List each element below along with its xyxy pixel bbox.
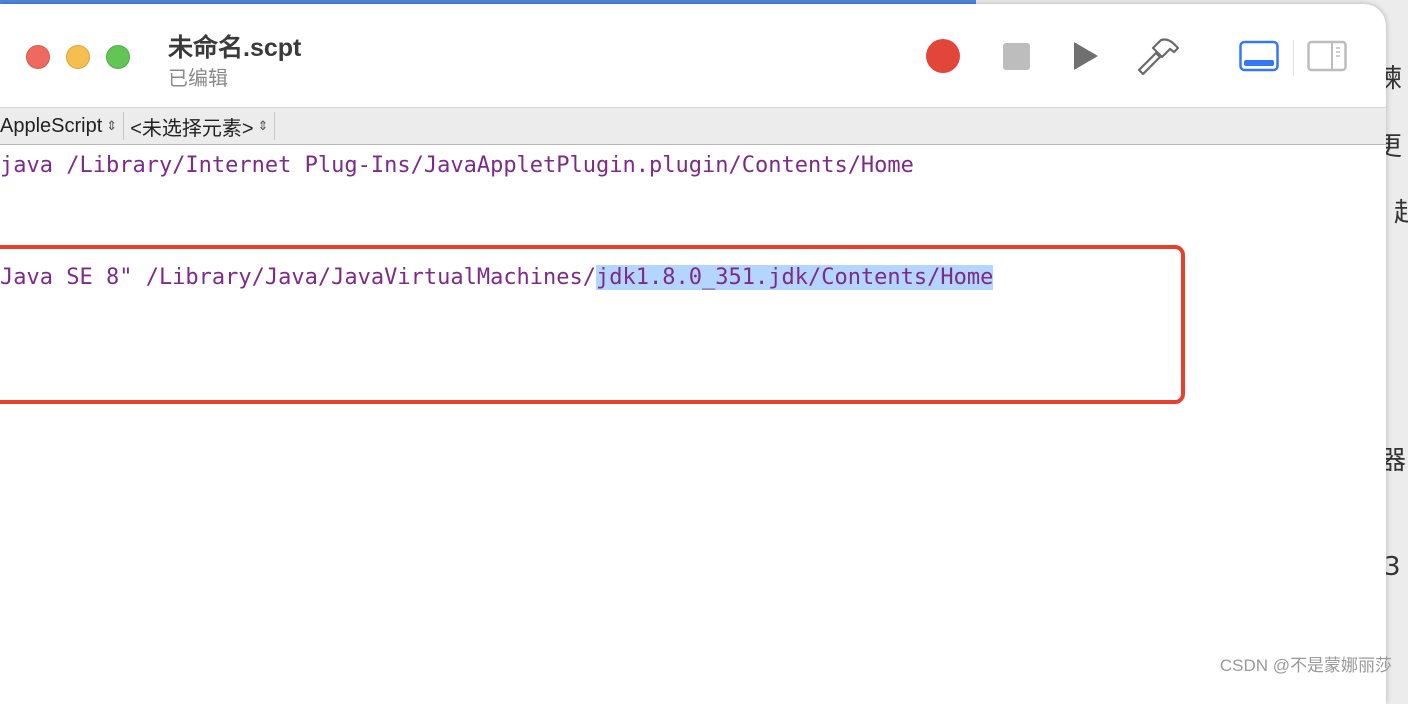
toolbar-divider <box>1293 40 1294 76</box>
stop-button[interactable] <box>996 36 1036 76</box>
close-button[interactable] <box>26 45 50 69</box>
minimize-button[interactable] <box>66 45 90 69</box>
bottom-panel-icon <box>1239 40 1279 72</box>
code-line: java /Library/Internet Plug-Ins/JavaAppl… <box>0 153 914 178</box>
background-text: 3 <box>1384 552 1401 582</box>
title-bar: 未命名.scpt 已编辑 <box>0 4 1386 108</box>
run-button[interactable] <box>1066 36 1106 76</box>
right-sidebar-icon <box>1307 40 1347 72</box>
hammer-icon <box>1137 38 1180 76</box>
navigation-bar: AppleScript ⇕ <未选择元素> ⇕ <box>0 108 1386 145</box>
highlight-annotation-box <box>0 245 1185 404</box>
watermark: CSDN @不是蒙娜丽莎 <box>1219 656 1392 675</box>
chevron-updown-icon: ⇕ <box>257 118 269 133</box>
language-popup[interactable]: AppleScript ⇕ <box>0 112 125 140</box>
language-label: AppleScript <box>0 114 103 137</box>
record-icon <box>926 39 960 73</box>
script-editor-window: 未命名.scpt 已编辑 AppleScript ⇕ <未选择元素> ⇕ java … <box>0 4 1386 704</box>
show-sidebar-button[interactable] <box>1306 36 1348 76</box>
show-log-button[interactable] <box>1238 36 1280 76</box>
chevron-updown-icon: ⇕ <box>106 118 118 133</box>
compile-button[interactable] <box>1134 36 1182 76</box>
zoom-button[interactable] <box>106 45 130 69</box>
record-button[interactable] <box>922 36 964 76</box>
edited-status: 已编辑 <box>168 68 228 90</box>
background-text: 起 <box>1394 198 1408 228</box>
window-title: 未命名.scpt <box>168 34 302 62</box>
element-label: <未选择元素> <box>130 117 254 140</box>
play-icon <box>1074 42 1098 70</box>
element-popup[interactable]: <未选择元素> ⇕ <box>124 112 276 140</box>
stop-icon <box>1002 42 1030 70</box>
